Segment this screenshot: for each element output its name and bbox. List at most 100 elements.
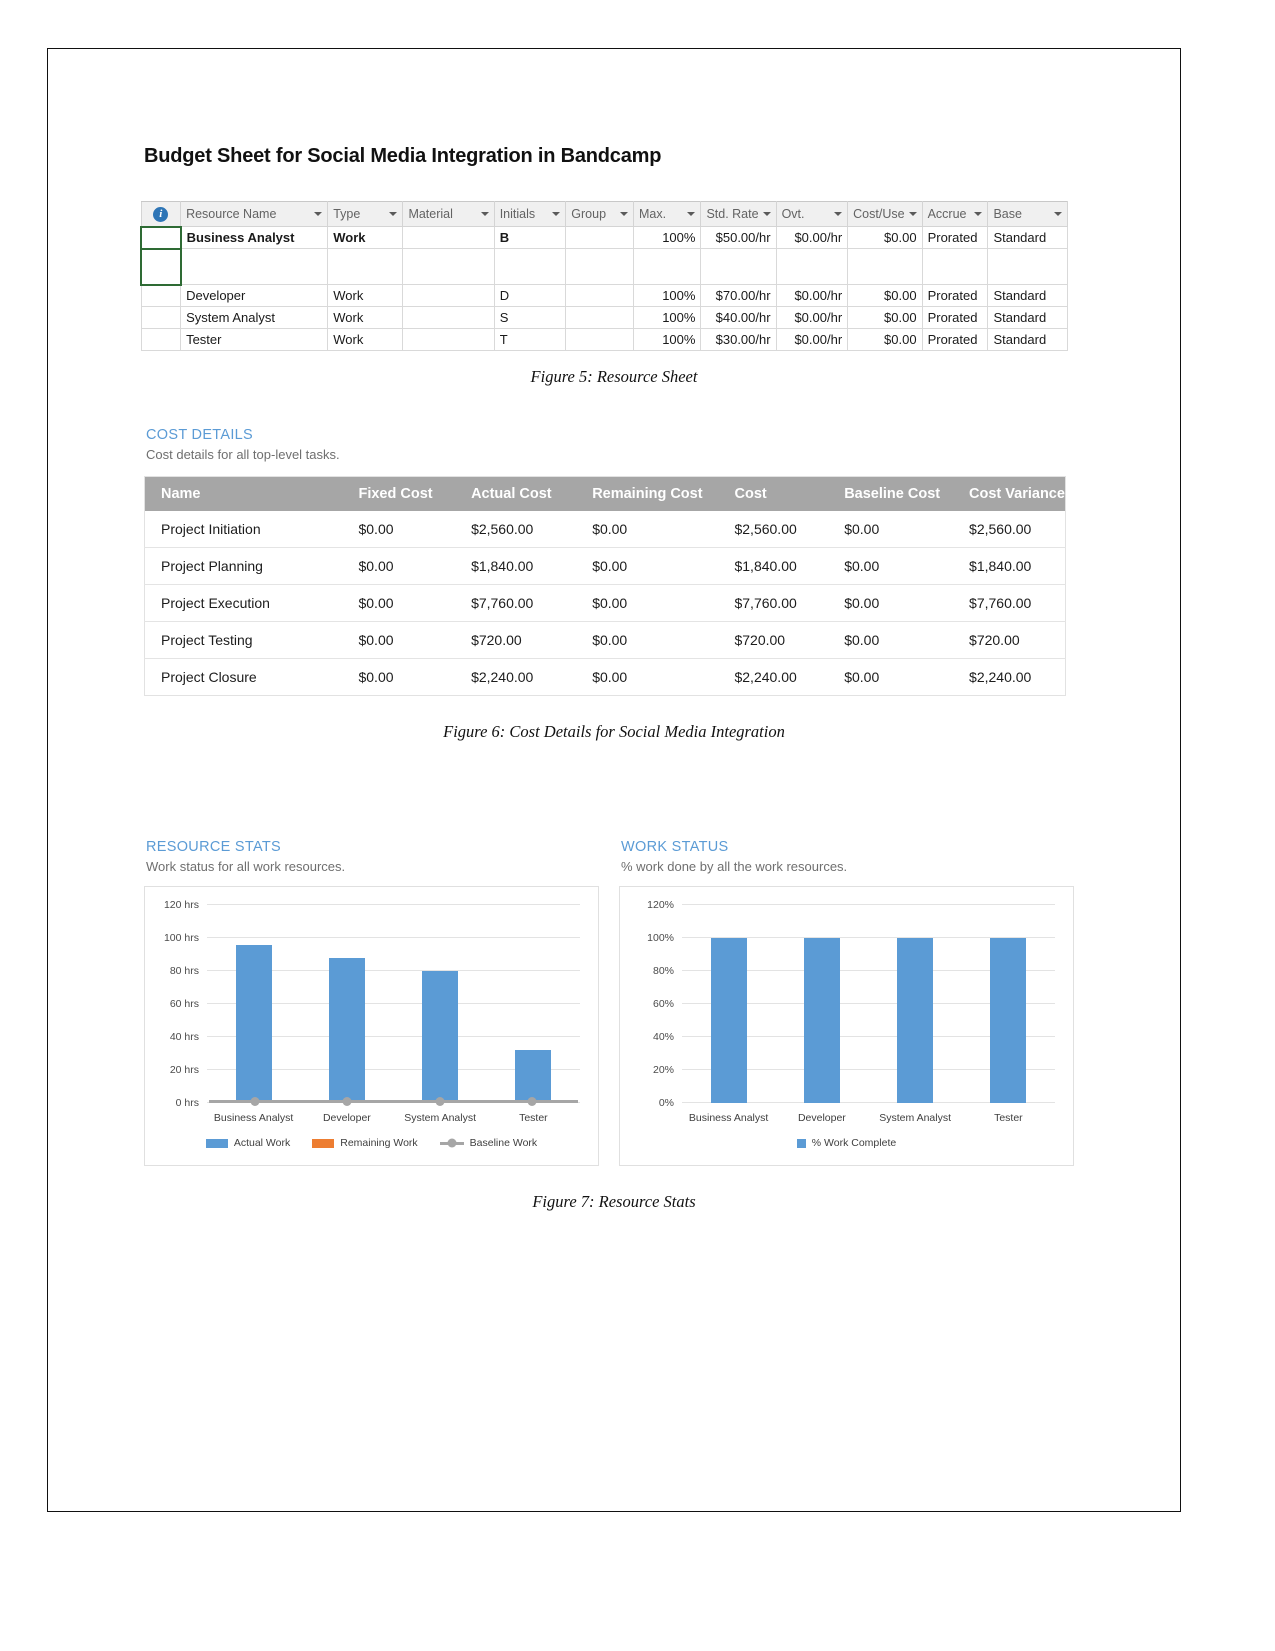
cell-empty[interactable] <box>180 248 329 285</box>
table-row[interactable]: System Analyst Work S 100% $40.00/hr $0.… <box>140 306 1068 329</box>
legend-item-actual-work[interactable]: Actual Work <box>205 1137 290 1149</box>
row-selector-cell[interactable] <box>140 284 182 307</box>
chart-bar[interactable] <box>710 938 747 1103</box>
chevron-down-icon[interactable] <box>480 212 489 216</box>
chevron-down-icon[interactable] <box>314 212 323 216</box>
legend-item-baseline-work[interactable]: Baseline Work <box>439 1137 537 1149</box>
legend-item-remaining-work[interactable]: Remaining Work <box>312 1137 418 1149</box>
chevron-down-icon[interactable] <box>687 212 696 216</box>
cell-empty[interactable] <box>327 248 404 285</box>
row-selector-cell[interactable] <box>140 225 182 250</box>
cell-resource-name[interactable]: Tester <box>180 328 329 351</box>
chevron-down-icon[interactable] <box>908 212 917 216</box>
row-selector-cell[interactable] <box>140 328 182 351</box>
cell-empty[interactable] <box>700 248 777 285</box>
chevron-down-icon[interactable] <box>974 212 983 216</box>
cell-group[interactable] <box>565 328 634 351</box>
cell-std-rate[interactable]: $70.00/hr <box>700 284 777 307</box>
chart-bar[interactable] <box>422 971 459 1103</box>
column-header-initials[interactable]: Initials <box>493 201 567 227</box>
chart-bar[interactable] <box>235 944 272 1103</box>
cell-group[interactable] <box>565 226 634 249</box>
cell-resource-name[interactable]: Business Analyst <box>180 226 329 249</box>
chart-bar[interactable] <box>515 1050 552 1103</box>
cell-type[interactable]: Work <box>327 284 404 307</box>
cell-max[interactable]: 100% <box>632 328 702 351</box>
row-selector-cell[interactable] <box>140 247 182 286</box>
table-row[interactable]: Business Analyst Work B 100% $50.00/hr $… <box>140 225 1068 250</box>
cell-empty[interactable] <box>921 248 989 285</box>
cell-max[interactable]: 100% <box>632 284 702 307</box>
cell-group[interactable] <box>565 306 634 329</box>
cell-accrue[interactable]: Prorated <box>921 226 989 249</box>
chevron-down-icon[interactable] <box>552 212 561 216</box>
chart-bar[interactable] <box>897 938 934 1103</box>
chevron-down-icon[interactable] <box>389 212 398 216</box>
cell-std-rate[interactable]: $50.00/hr <box>700 226 777 249</box>
chart-bar[interactable] <box>990 938 1027 1103</box>
cell-max[interactable]: 100% <box>632 306 702 329</box>
cell-ovt[interactable]: $0.00/hr <box>775 306 849 329</box>
cell-base[interactable]: Standard <box>987 226 1068 249</box>
table-row-empty[interactable] <box>140 247 1068 286</box>
table-row[interactable]: Developer Work D 100% $70.00/hr $0.00/hr… <box>140 284 1068 307</box>
chart-bar[interactable] <box>803 938 840 1103</box>
cell-initials[interactable]: D <box>493 284 567 307</box>
cell-material[interactable] <box>402 306 495 329</box>
column-header-cost-use[interactable]: Cost/Use <box>847 201 923 227</box>
cell-empty[interactable] <box>987 248 1068 285</box>
cell-resource-name[interactable]: System Analyst <box>180 306 329 329</box>
cell-material[interactable] <box>402 328 495 351</box>
column-header-ovt[interactable]: Ovt. <box>775 201 849 227</box>
row-selector-cell[interactable] <box>140 306 182 329</box>
column-header-group[interactable]: Group <box>565 201 634 227</box>
cell-type[interactable]: Work <box>327 306 404 329</box>
cell-base[interactable]: Standard <box>987 284 1068 307</box>
chevron-down-icon[interactable] <box>834 212 843 216</box>
cell-cost-use[interactable]: $0.00 <box>847 226 923 249</box>
chart-bar[interactable] <box>328 957 365 1103</box>
cell-type[interactable]: Work <box>327 226 404 249</box>
cell-cost-use[interactable]: $0.00 <box>847 306 923 329</box>
cell-resource-name[interactable]: Developer <box>180 284 329 307</box>
cell-empty[interactable] <box>775 248 849 285</box>
cell-empty[interactable] <box>493 248 567 285</box>
legend-item-percent-work-complete[interactable]: % Work Complete <box>796 1137 896 1149</box>
chevron-down-icon[interactable] <box>762 212 771 216</box>
cell-accrue[interactable]: Prorated <box>921 328 989 351</box>
cell-base[interactable]: Standard <box>987 306 1068 329</box>
column-header-material[interactable]: Material <box>402 201 495 227</box>
column-header-type[interactable]: Type <box>327 201 404 227</box>
column-header-max[interactable]: Max. <box>632 201 702 227</box>
cell-accrue[interactable]: Prorated <box>921 284 989 307</box>
cell-empty[interactable] <box>565 248 634 285</box>
column-header-std-rate[interactable]: Std. Rate <box>700 201 777 227</box>
cell-max[interactable]: 100% <box>632 226 702 249</box>
cell-empty[interactable] <box>847 248 923 285</box>
column-header-accrue[interactable]: Accrue <box>921 201 989 227</box>
cell-std-rate[interactable]: $30.00/hr <box>700 328 777 351</box>
cell-std-rate[interactable]: $40.00/hr <box>700 306 777 329</box>
cell-material[interactable] <box>402 284 495 307</box>
cell-type[interactable]: Work <box>327 328 404 351</box>
cell-empty[interactable] <box>632 248 702 285</box>
cell-accrue[interactable]: Prorated <box>921 306 989 329</box>
table-row[interactable]: Tester Work T 100% $30.00/hr $0.00/hr $0… <box>140 328 1068 351</box>
chevron-down-icon[interactable] <box>619 212 628 216</box>
cell-ovt[interactable]: $0.00/hr <box>775 284 849 307</box>
cell-initials[interactable]: S <box>493 306 567 329</box>
cell-material[interactable] <box>402 226 495 249</box>
chevron-down-icon[interactable] <box>1054 212 1062 216</box>
column-header-resource-name[interactable]: Resource Name <box>180 201 329 227</box>
cell-cost-use[interactable]: $0.00 <box>847 328 923 351</box>
cell-group[interactable] <box>565 284 634 307</box>
cell-initials[interactable]: B <box>493 226 567 249</box>
cell-base[interactable]: Standard <box>987 328 1068 351</box>
column-header-info[interactable]: i <box>140 201 182 227</box>
cell-cost-use[interactable]: $0.00 <box>847 284 923 307</box>
column-header-base[interactable]: Base <box>987 201 1068 227</box>
cell-ovt[interactable]: $0.00/hr <box>775 328 849 351</box>
cell-empty[interactable] <box>402 248 495 285</box>
cell-ovt[interactable]: $0.00/hr <box>775 226 849 249</box>
cell-initials[interactable]: T <box>493 328 567 351</box>
